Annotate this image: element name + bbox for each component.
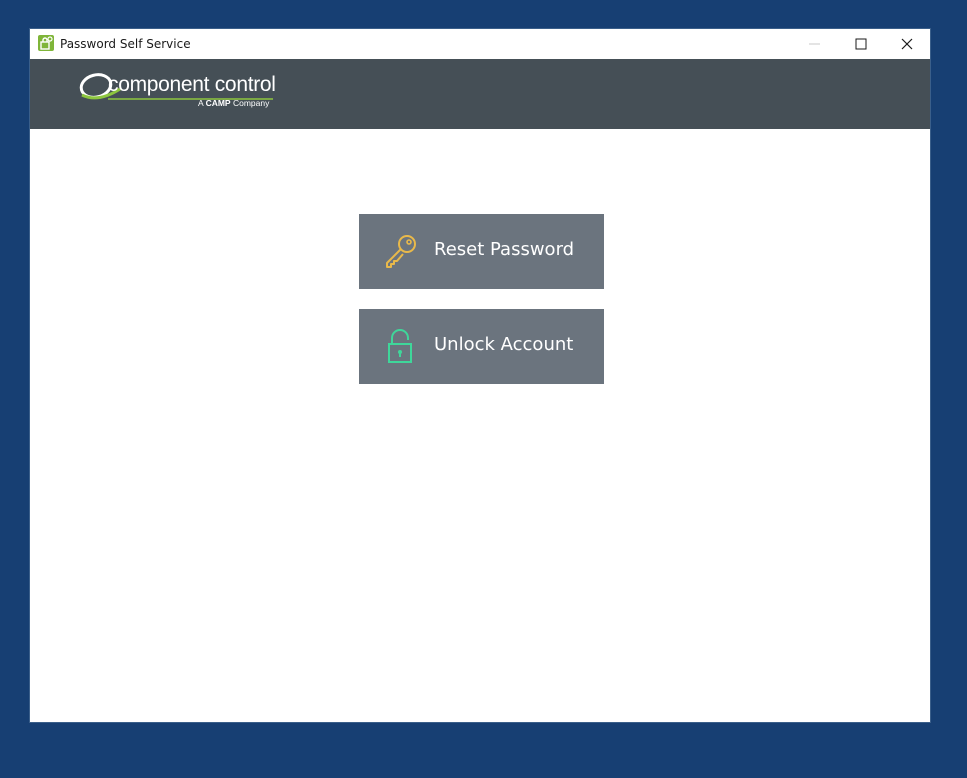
title-bar[interactable]: Password Self Service: [30, 29, 930, 59]
window-title: Password Self Service: [60, 37, 191, 51]
header-banner: component control A CAMP Company: [30, 59, 930, 129]
padlock-open-icon: [388, 329, 412, 363]
app-icon: [38, 35, 54, 51]
maximize-icon: [855, 38, 867, 50]
app-window: Password Self Service component control: [29, 28, 931, 723]
unlock-account-label: Unlock Account: [434, 334, 574, 355]
logo-tagline: A CAMP Company: [198, 98, 269, 108]
company-logo: component control A CAMP Company: [78, 69, 278, 117]
close-icon: [901, 38, 913, 50]
reset-password-label: Reset Password: [434, 239, 575, 260]
reset-password-button[interactable]: Reset Password: [359, 214, 604, 289]
minimize-icon: [809, 43, 820, 45]
minimize-button[interactable]: [792, 29, 838, 59]
logo-tagline-bold: CAMP: [205, 98, 231, 108]
unlock-account-button[interactable]: Unlock Account: [359, 309, 604, 384]
logo-tagline-prefix: A: [198, 98, 206, 108]
logo-tagline-suffix: Company: [230, 98, 270, 108]
logo-wordmark: component control: [108, 73, 276, 96]
maximize-button[interactable]: [838, 29, 884, 59]
key-icon: [386, 235, 416, 268]
close-button[interactable]: [884, 29, 930, 59]
